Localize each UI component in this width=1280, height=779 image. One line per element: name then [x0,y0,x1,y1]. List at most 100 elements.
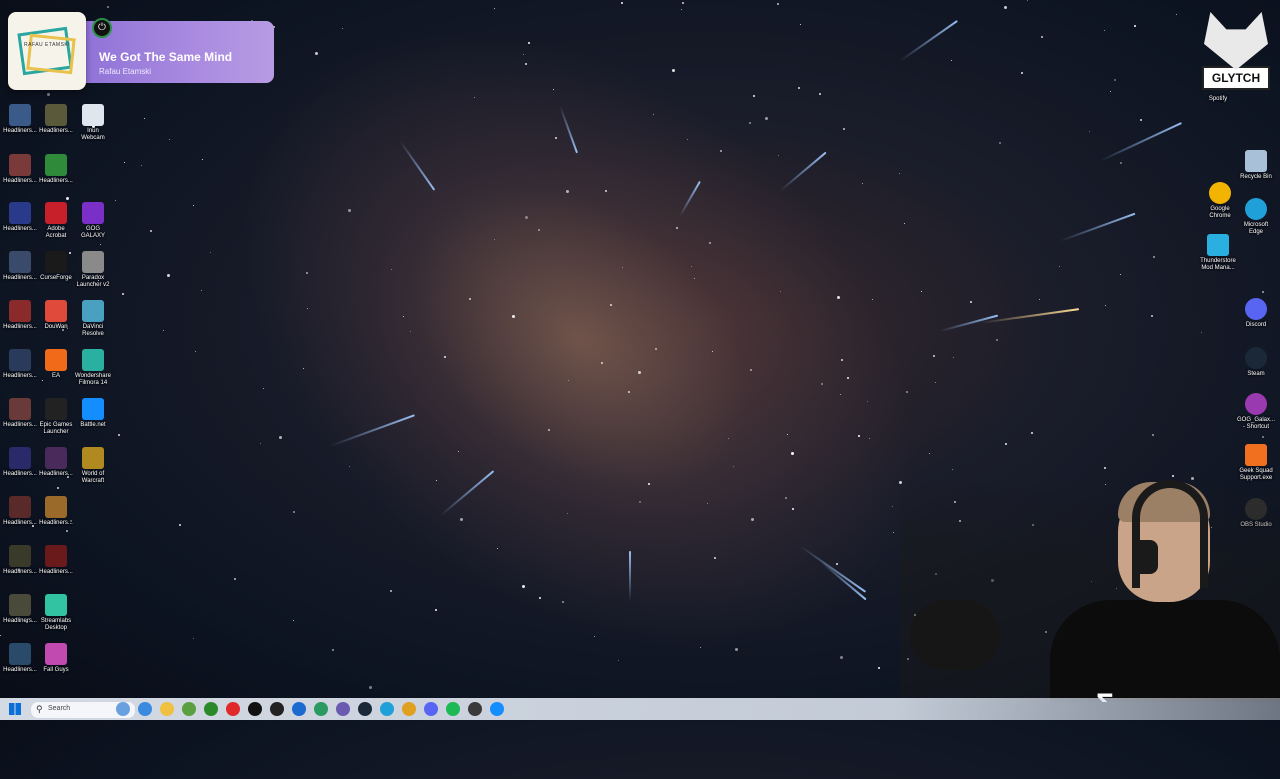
desktop-icon-thunderstore[interactable]: Thunderstore Mod Mana... [1198,234,1238,272]
desktop-icon-epic-games[interactable]: Epic Games Launcher [36,398,76,436]
star [201,290,202,291]
star [1021,72,1023,74]
taskbar-game-bar-icon[interactable] [468,702,482,716]
meteor-streak [899,20,958,62]
start-icon[interactable] [9,703,21,715]
desktop-icon-label: Headliners... [3,324,37,330]
desktop-icon-douwan[interactable]: DouWan [36,300,76,331]
desktop-icon-paradox-launcher[interactable]: Paradox Launcher v2 [73,251,113,289]
desktop-icon-steam[interactable]: Steam [1236,347,1276,378]
star [494,239,495,240]
star [787,434,788,435]
desktop-icon-discord[interactable]: Discord [1236,298,1276,329]
star [765,117,768,120]
taskbar-spotify-icon[interactable] [446,702,460,716]
desktop-icon-headliners-9[interactable]: Headliners... [0,398,40,429]
star [610,304,612,306]
star [862,183,863,184]
desktop-icon-headliners-10[interactable]: Headliners... [0,447,40,478]
desktop-icon-headliners-8[interactable]: Headliners... [0,349,40,380]
desktop-icon-microsoft-edge[interactable]: Microsoft Edge [1236,198,1276,236]
desktop-icon-headliners-6[interactable]: Headliners... [0,251,40,282]
taskbar-edge-icon[interactable] [380,702,394,716]
taskbar-photos-icon[interactable] [336,702,350,716]
star [841,359,843,361]
desktop-icon-label: Headliners... [3,667,37,673]
desktop-icon-google-chrome[interactable]: Google Chrome [1200,182,1240,220]
star [843,128,845,130]
desktop-icon-davinci-resolve[interactable]: DaVinci Resolve [73,300,113,338]
taskbar-copilot-icon[interactable] [138,702,152,716]
desktop-icon-streamlabs-desktop[interactable]: Streamlabs Desktop [36,594,76,632]
star [777,3,779,5]
now-playing-widget[interactable]: RAFAU ETAMSKI ⏻ We Got The Same Mind Raf… [8,12,274,90]
star [792,508,794,510]
desktop-icon-inun-webcam[interactable]: Inun Webcam [73,104,113,142]
taskbar-file-explorer-icon[interactable] [160,702,174,716]
taskbar-chrome-icon[interactable] [402,702,416,716]
desktop-icon-battle-net[interactable]: Battle.net [73,398,113,429]
star [1262,291,1264,293]
star [568,380,569,381]
star [460,518,463,521]
desktop-icon-headliners-12[interactable]: Headliners... [0,496,40,527]
album-art-text: RAFAU ETAMSKI [24,42,71,48]
taskbar-mail-icon[interactable] [292,702,306,716]
desktop-icon-headliners-2[interactable]: Headliners... [36,104,76,135]
gog-galaxy-shortcut-icon [1245,393,1267,415]
taskbar-roblox-icon[interactable] [226,702,240,716]
desktop-icon-label: Headliners... [3,226,37,232]
star [1027,0,1028,1]
desktop-icon-headliners-5[interactable]: Headliners... [0,202,40,233]
desktop-icon-headliners-3[interactable]: Headliners... [0,154,40,185]
desktop-icon-recycle-bin[interactable]: Recycle Bin [1236,150,1276,181]
taskbar-battle-net-icon[interactable] [490,702,504,716]
desktop-icon-headliners-16[interactable]: Headliners... [0,594,40,625]
desktop-icon-headliners-4[interactable]: Headliners... [36,154,76,185]
desktop-icon-fall-guys[interactable]: Fall Guys [36,643,76,674]
desktop-icon-headliners-1[interactable]: Headliners... [0,104,40,135]
microphone [910,600,1000,670]
desktop-icon-gog-galaxy[interactable]: GOG GALAXY [73,202,113,240]
desktop-icon-wondershare-filmora[interactable]: Wondershare Filmora 14 [73,349,113,387]
desktop-icon-headliners-14[interactable]: Headliners... [0,545,40,576]
desktop-icon-label: Fall Guys [43,667,69,673]
star [735,648,738,651]
taskbar-discord-icon[interactable] [424,702,438,716]
star [1153,256,1155,258]
desktop-icon-headliners-17[interactable]: Headliners... [0,643,40,674]
star [306,272,308,274]
desktop-icon-ea[interactable]: EA [36,349,76,380]
desktop-icon-gog-galaxy-shortcut[interactable]: GOG_Galax... - Shortcut [1236,393,1276,431]
desktop-icon-label: Steam [1247,371,1265,377]
star [999,142,1001,144]
taskbar-tiktok-icon[interactable] [248,702,262,716]
power-icon[interactable]: ⏻ [92,18,112,38]
taskbar-xbox-icon[interactable] [204,702,218,716]
taskbar-meet-icon[interactable] [314,702,328,716]
desktop-icon-curseforge[interactable]: CurseForge [36,251,76,282]
star [555,137,557,139]
desktop-icon-world-of-warcraft[interactable]: World of Warcraft [73,447,113,485]
star [707,503,708,504]
desktop-icon-geek-squad[interactable]: Geek Squad Support.exe [1236,444,1276,482]
desktop-icon-adobe-acrobat[interactable]: Adobe Acrobat [36,202,76,240]
desktop-icon-headliners-11[interactable]: Headliners... [36,447,76,478]
star [785,497,787,499]
headset-ear-cup [1132,540,1158,574]
desktop-icon-headliners-13[interactable]: Headliners... [36,496,76,527]
star [749,122,751,124]
star [800,24,801,25]
taskbar-weather-icon[interactable] [116,702,130,716]
thunderstore-icon [1207,234,1229,256]
taskbar-steam-icon[interactable] [358,702,372,716]
star [315,52,318,55]
taskbar-minecraft-icon[interactable] [182,702,196,716]
taskbar: ⚲ Search [0,698,1280,720]
desktop-icon-headliners-7[interactable]: Headliners... [0,300,40,331]
desktop-icon-label: EA [51,373,60,379]
desktop-icon-headliners-15[interactable]: Headliners... [36,545,76,576]
star [562,601,564,603]
taskbar-chatgpt-icon[interactable] [270,702,284,716]
epic-games-icon [45,398,67,420]
